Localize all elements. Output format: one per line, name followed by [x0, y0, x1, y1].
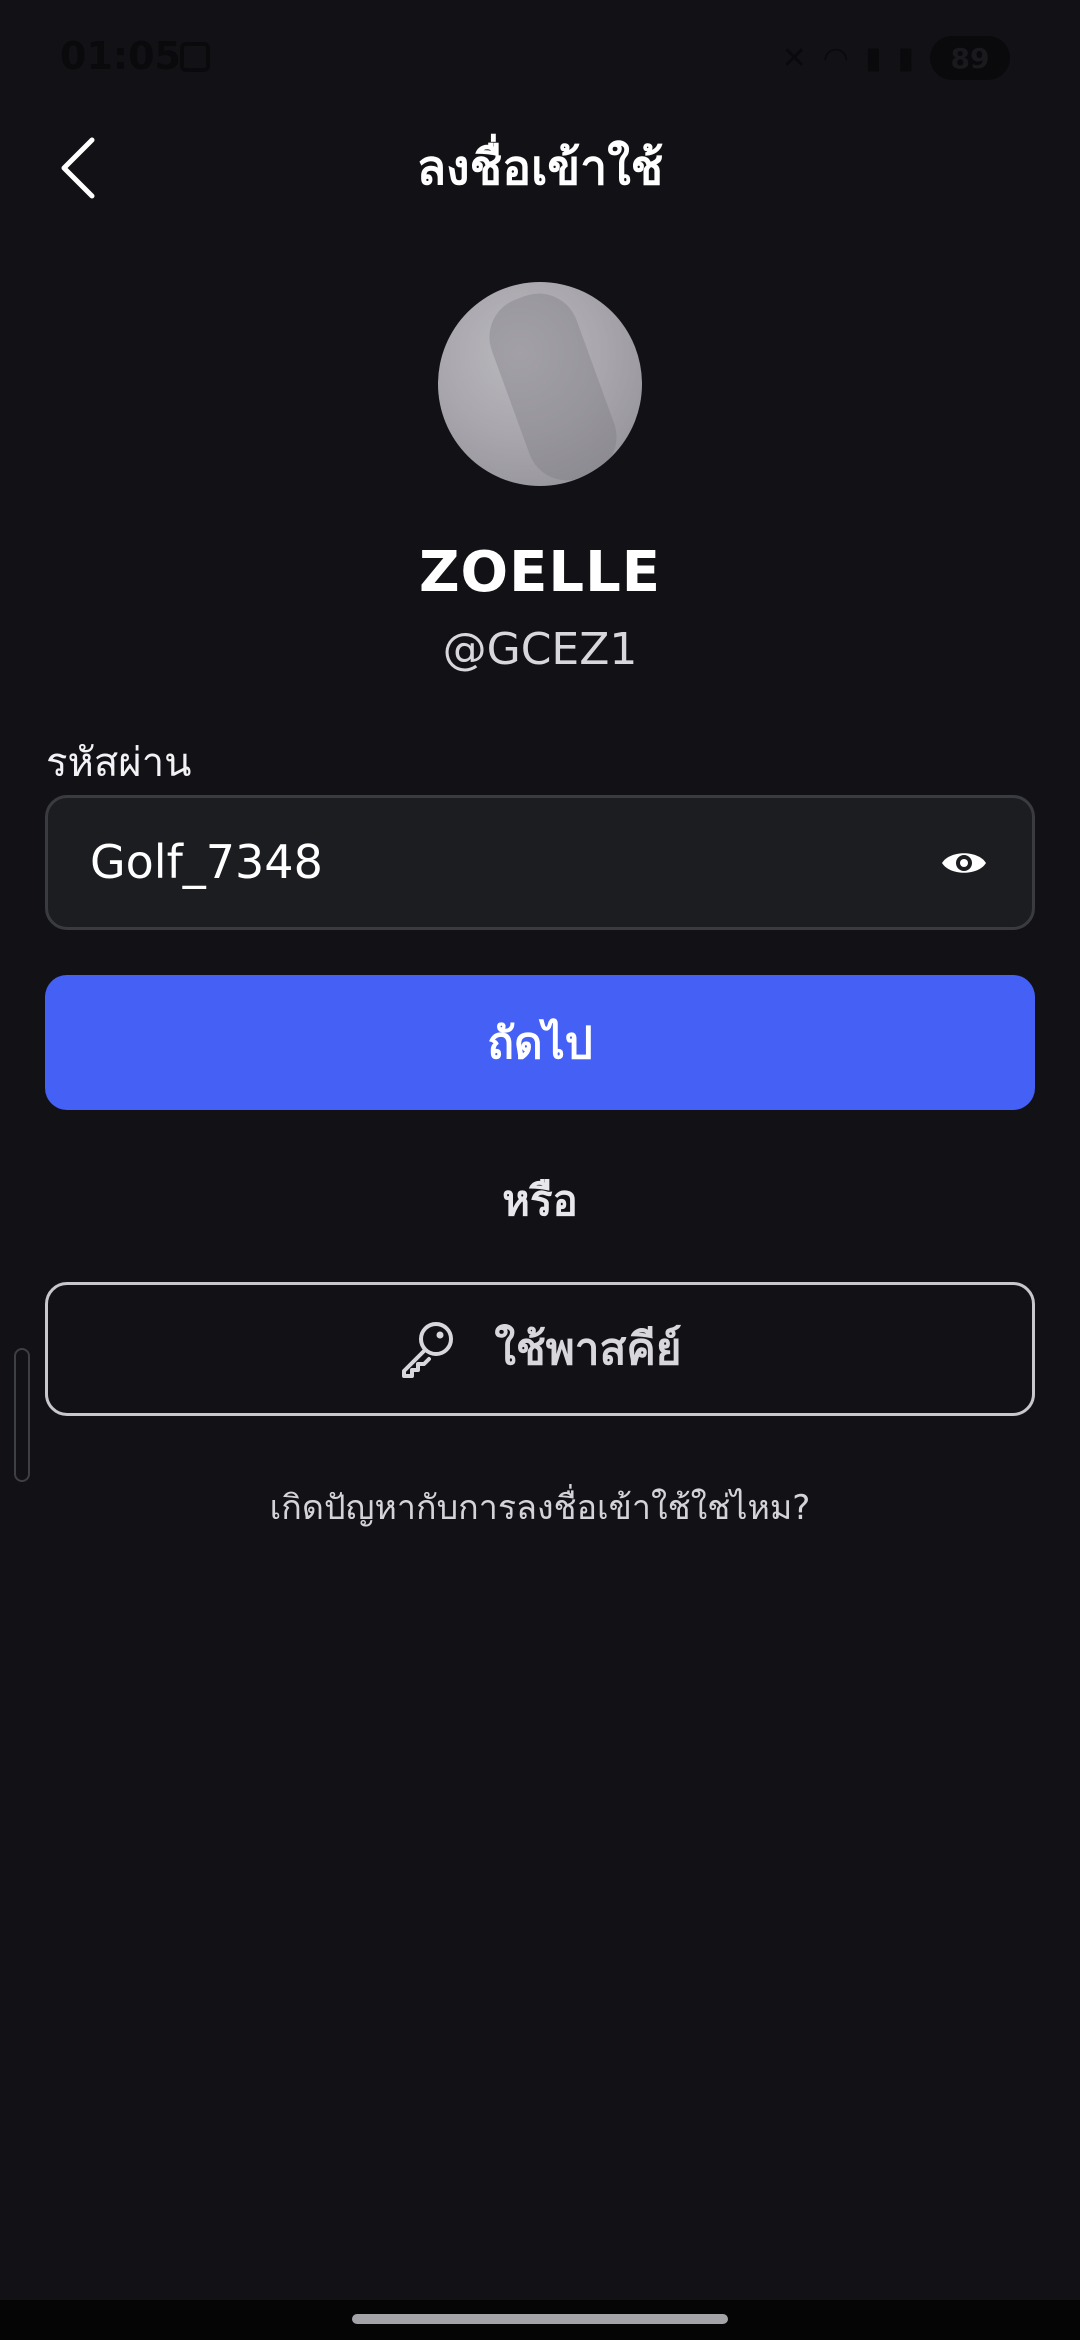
- side-scroll-indicator: [14, 1348, 30, 1482]
- screen-record-icon: [180, 42, 210, 72]
- password-field[interactable]: Golf_7348: [45, 795, 1035, 930]
- signal-icon: ▮: [864, 40, 882, 76]
- key-icon: [402, 1322, 454, 1378]
- password-label: รหัสผ่าน: [46, 740, 192, 786]
- avatar-photo: [478, 282, 628, 486]
- avatar: [438, 282, 642, 486]
- password-value[interactable]: Golf_7348: [90, 798, 323, 927]
- eye-icon: [942, 853, 986, 873]
- page-title: ลงชื่อเข้าใช้: [416, 140, 664, 196]
- display-name: ZOELLE: [418, 540, 662, 605]
- passkey-label: ใช้พาสคีย์: [494, 1324, 682, 1375]
- use-passkey-button[interactable]: ใช้พาสคีย์: [45, 1282, 1035, 1416]
- chevron-left-icon: [61, 137, 95, 199]
- battery-indicator: 89: [930, 36, 1010, 80]
- next-button[interactable]: ถัดไป: [45, 975, 1035, 1110]
- show-password-toggle[interactable]: [938, 838, 990, 888]
- back-button[interactable]: [48, 128, 108, 208]
- home-indicator[interactable]: [352, 2314, 728, 2324]
- wifi-icon: ◠: [822, 40, 849, 76]
- status-bar: 01:05 ✕ ◠ ▮ ▮ 89: [0, 0, 1080, 120]
- user-handle: @GCEZ1: [442, 624, 638, 675]
- or-divider-text: หรือ: [502, 1176, 578, 1225]
- mute-icon: ✕: [781, 40, 807, 76]
- status-icons: ✕ ◠ ▮ ▮ 89: [782, 36, 1010, 80]
- sign-in-trouble-link[interactable]: เกิดปัญหากับการลงชื่อเข้าใช้ใช่ไหม?: [0, 1480, 1080, 1534]
- signal-icon: ▮: [897, 40, 914, 76]
- status-time: 01:05: [60, 34, 181, 78]
